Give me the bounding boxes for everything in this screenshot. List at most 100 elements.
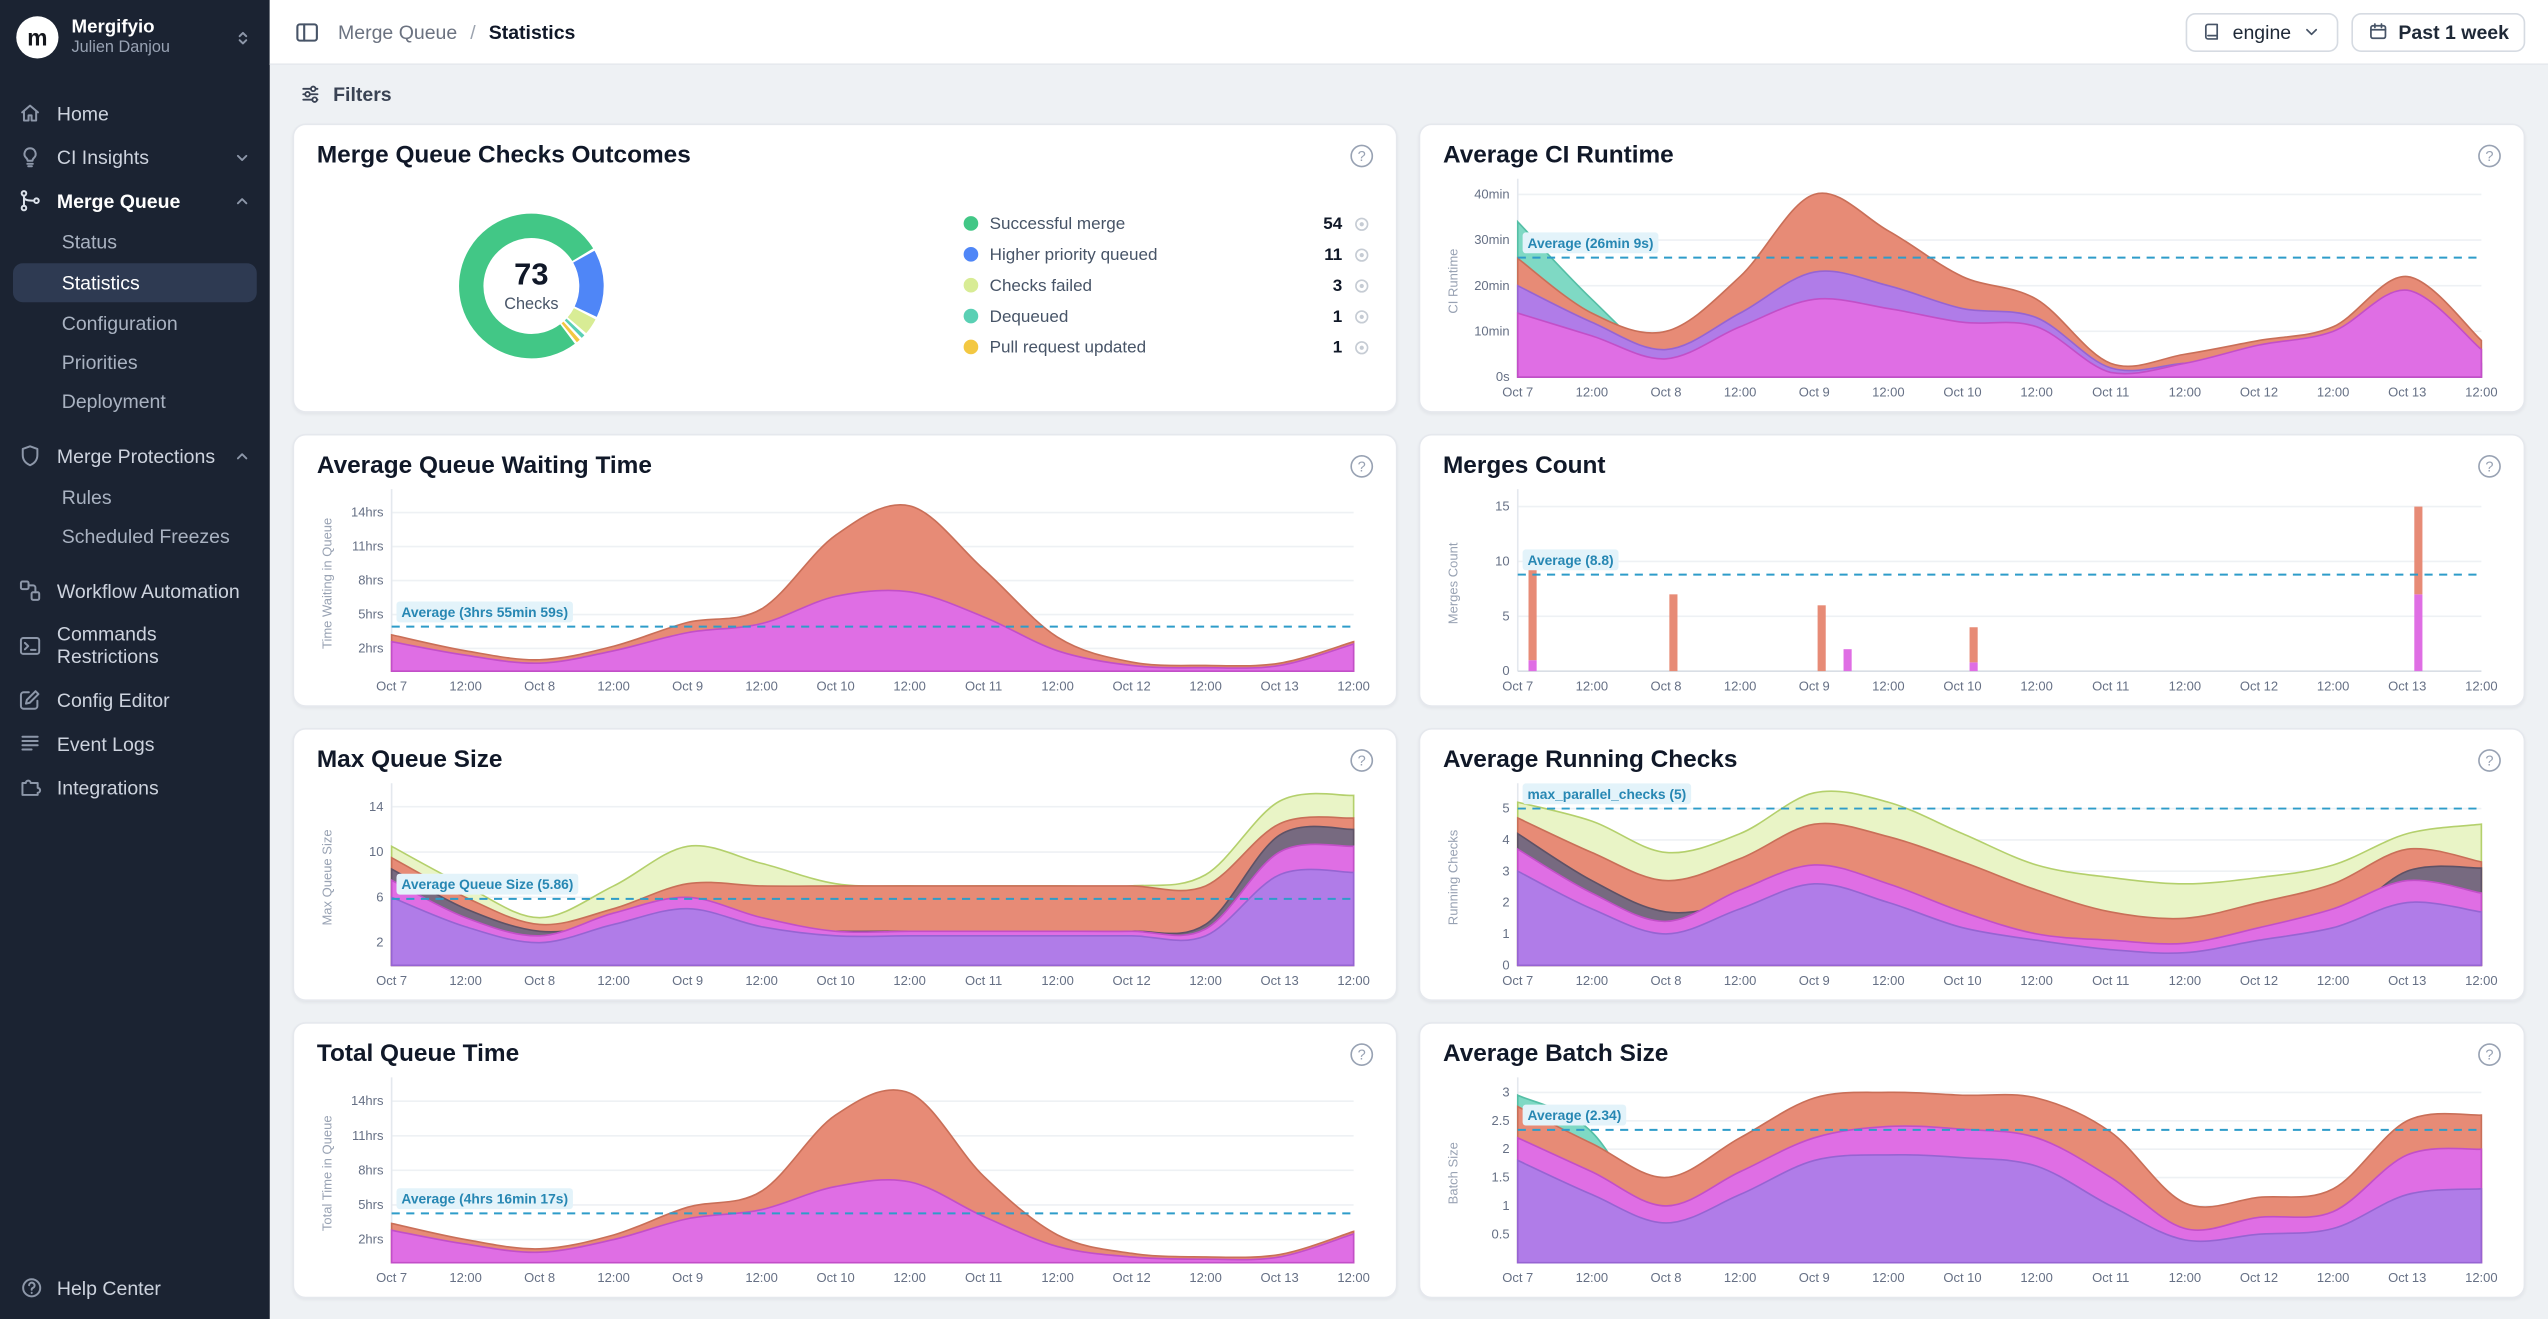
svg-text:Oct 12: Oct 12	[2240, 385, 2278, 400]
svg-text:Oct 8: Oct 8	[524, 1270, 555, 1285]
sidebar-item-configuration[interactable]: Configuration	[0, 304, 270, 343]
svg-text:Average (3hrs 55min 59s): Average (3hrs 55min 59s)	[401, 604, 568, 620]
sidebar-item-label: Statistics	[62, 271, 140, 294]
help-icon[interactable]: ?	[2478, 749, 2501, 772]
help-icon[interactable]: ?	[2478, 1043, 2501, 1066]
legend-item[interactable]: Higher priority queued 11	[964, 239, 1370, 270]
svg-text:12:00: 12:00	[1189, 973, 1222, 988]
sidebar-item-scheduled-freezes[interactable]: Scheduled Freezes	[0, 517, 270, 556]
svg-text:Oct 11: Oct 11	[2092, 679, 2129, 694]
legend-label: Successful merge	[990, 214, 1126, 234]
svg-text:CI Runtime: CI Runtime	[1446, 249, 1461, 314]
breadcrumb-merge-queue[interactable]: Merge Queue	[338, 20, 457, 43]
sidebar-item-label: Status	[62, 231, 117, 254]
sidebar-item-home[interactable]: Home	[0, 91, 270, 135]
sidebar-nav: Home CI Insights Merge Queue Status Stat…	[0, 91, 270, 809]
svg-text:12:00: 12:00	[2317, 679, 2350, 694]
sidebar-item-workflow-automation[interactable]: Workflow Automation	[0, 569, 270, 613]
legend-item[interactable]: Pull request updated 1	[964, 332, 1370, 363]
legend-dot	[964, 309, 979, 324]
svg-text:12:00: 12:00	[745, 973, 778, 988]
legend-item[interactable]: Successful merge 54	[964, 208, 1370, 239]
average-running-checks-chart[interactable]: 012345Oct 712:00Oct 812:00Oct 912:00Oct …	[1443, 774, 2501, 990]
help-icon[interactable]: ?	[2478, 145, 2501, 168]
svg-text:12:00: 12:00	[597, 1270, 630, 1285]
legend-label: Checks failed	[990, 275, 1092, 295]
average-ci-runtime-chart[interactable]: 0s10min20min30min40minOct 712:00Oct 812:…	[1443, 169, 2501, 401]
workflow-icon	[18, 579, 42, 603]
svg-text:Average (4hrs 16min 17s): Average (4hrs 16min 17s)	[401, 1191, 568, 1207]
legend-toggle-icon[interactable]	[1354, 246, 1370, 262]
legend-toggle-icon[interactable]	[1354, 339, 1370, 355]
svg-text:Oct 7: Oct 7	[376, 679, 407, 694]
sidebar-item-config-editor[interactable]: Config Editor	[0, 678, 270, 722]
org-switcher[interactable]: m Mergifyio Julien Danjou	[0, 0, 270, 72]
svg-text:11hrs: 11hrs	[352, 1128, 384, 1143]
sidebar-toggle-button[interactable]	[293, 17, 322, 46]
card-total-queue-time: Total Queue Time ? 2hrs5hrs8hrs11hrs14hr…	[293, 1022, 1398, 1298]
checks-outcomes-donut[interactable]: 73 Checks	[453, 207, 609, 363]
legend-value: 3	[1333, 275, 1342, 295]
sidebar-item-rules[interactable]: Rules	[0, 478, 270, 517]
chevron-down-icon	[232, 147, 252, 167]
sidebar-item-merge-queue[interactable]: Merge Queue	[0, 179, 270, 223]
repository-select[interactable]: engine	[2185, 12, 2338, 51]
help-icon[interactable]: ?	[1350, 455, 1373, 478]
sidebar-item-label: Config Editor	[57, 688, 170, 711]
help-icon[interactable]: ?	[1350, 145, 1373, 168]
filters-button[interactable]: Filters	[293, 76, 399, 112]
legend-item[interactable]: Checks failed 3	[964, 270, 1370, 301]
chevron-up-icon	[232, 191, 252, 211]
svg-text:12:00: 12:00	[1872, 973, 1905, 988]
sidebar-item-label: Workflow Automation	[57, 579, 240, 602]
legend-dot	[964, 278, 979, 293]
sidebar-item-statistics[interactable]: Statistics	[13, 263, 257, 302]
help-icon[interactable]: ?	[2478, 455, 2501, 478]
help-icon[interactable]: ?	[1350, 1043, 1373, 1066]
merges-count-chart[interactable]: 051015Oct 712:00Oct 812:00Oct 912:00Oct …	[1443, 479, 2501, 695]
legend-toggle-icon[interactable]	[1354, 215, 1370, 231]
app-root: m Mergifyio Julien Danjou Home CI Insigh…	[0, 0, 2548, 1319]
breadcrumb: Merge Queue / Statistics	[338, 20, 575, 43]
sidebar-item-integrations[interactable]: Integrations	[0, 765, 270, 809]
sidebar-item-priorities[interactable]: Priorities	[0, 343, 270, 382]
max-queue-size-chart[interactable]: 261014Oct 712:00Oct 812:00Oct 912:00Oct …	[317, 774, 1373, 990]
content-area: Filters Merge Queue Checks Outcomes ? 73	[270, 65, 2548, 1319]
svg-text:4: 4	[1502, 832, 1509, 847]
legend-label: Pull request updated	[990, 337, 1147, 357]
filters-label: Filters	[333, 83, 392, 106]
average-batch-size-chart[interactable]: 0.511.522.53Oct 712:00Oct 812:00Oct 912:…	[1443, 1068, 2501, 1287]
total-queue-time-chart[interactable]: 2hrs5hrs8hrs11hrs14hrsOct 712:00Oct 812:…	[317, 1068, 1373, 1287]
svg-text:12:00: 12:00	[597, 679, 630, 694]
help-icon[interactable]: ?	[1350, 749, 1373, 772]
sidebar-item-event-logs[interactable]: Event Logs	[0, 722, 270, 766]
svg-text:Oct 8: Oct 8	[524, 679, 555, 694]
average-queue-waiting-time-chart[interactable]: 2hrs5hrs8hrs11hrs14hrsOct 712:00Oct 812:…	[317, 479, 1373, 695]
svg-text:1.5: 1.5	[1492, 1170, 1510, 1185]
panel-left-icon	[294, 19, 320, 45]
help-center-link[interactable]: Help Center	[0, 1256, 270, 1319]
legend-toggle-icon[interactable]	[1354, 308, 1370, 324]
svg-text:2hrs: 2hrs	[358, 641, 384, 656]
date-range-button[interactable]: Past 1 week	[2351, 12, 2525, 51]
svg-text:Oct 10: Oct 10	[816, 1270, 854, 1285]
svg-text:12:00: 12:00	[2020, 1270, 2053, 1285]
sidebar-item-merge-protections[interactable]: Merge Protections	[0, 434, 270, 478]
svg-text:Average (8.8): Average (8.8)	[1528, 552, 1614, 568]
sidebar-item-deployment[interactable]: Deployment	[0, 382, 270, 421]
svg-text:Average (2.34): Average (2.34)	[1528, 1107, 1622, 1123]
legend-item[interactable]: Dequeued 1	[964, 301, 1370, 332]
legend-toggle-icon[interactable]	[1354, 277, 1370, 293]
svg-text:6: 6	[376, 889, 383, 904]
card-title: Average Batch Size	[1443, 1040, 1668, 1068]
svg-text:12:00: 12:00	[1576, 973, 1609, 988]
card-title: Average Queue Waiting Time	[317, 452, 652, 480]
legend-label: Higher priority queued	[990, 245, 1158, 265]
legend-value: 11	[1324, 245, 1342, 265]
help-center-label: Help Center	[57, 1276, 161, 1299]
sidebar-item-status[interactable]: Status	[0, 223, 270, 262]
legend-dot	[964, 216, 979, 231]
svg-text:12:00: 12:00	[2465, 679, 2498, 694]
sidebar-item-ci-insights[interactable]: CI Insights	[0, 135, 270, 179]
sidebar-item-commands-restrictions[interactable]: Commands Restrictions	[0, 613, 270, 678]
